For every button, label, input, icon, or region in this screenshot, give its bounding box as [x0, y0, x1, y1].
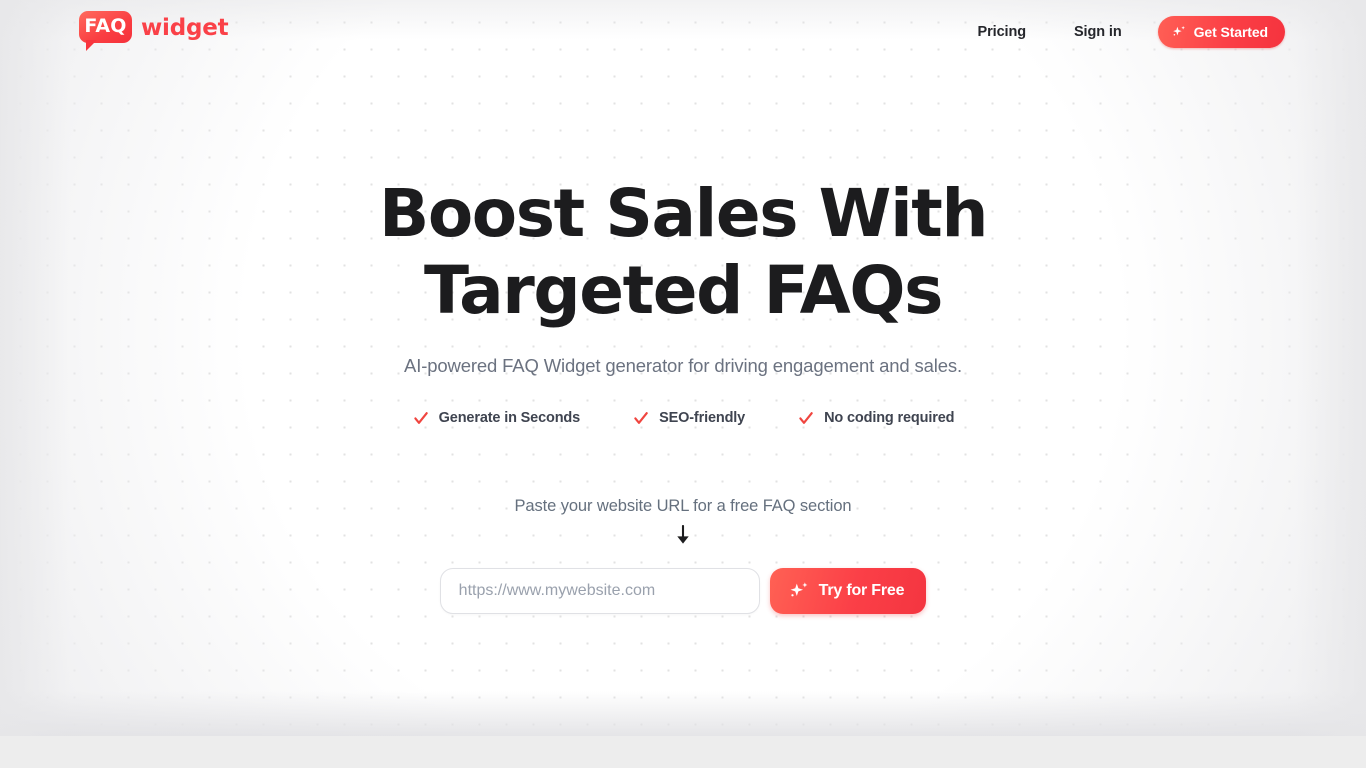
feature-label: Generate in Seconds	[438, 410, 581, 427]
check-icon	[634, 412, 648, 424]
feature-list: Generate in Seconds SEO-friendly No codi…	[412, 409, 954, 427]
primary-nav: Pricing Sign in Get Started	[964, 16, 1285, 48]
nav-link-signin[interactable]: Sign in	[1060, 16, 1136, 48]
feature-item: Generate in Seconds	[412, 409, 580, 427]
site-header: FAQ widget Pricing Sign in Get Started	[0, 0, 1366, 64]
get-started-button[interactable]: Get Started	[1157, 16, 1285, 48]
hero-subtitle: AI-powered FAQ Widget generator for driv…	[404, 355, 962, 377]
feature-item: No coding required	[797, 409, 954, 427]
nav-link-pricing[interactable]: Pricing	[964, 16, 1040, 48]
page-root: FAQ widget Pricing Sign in Get Started B…	[0, 0, 1366, 768]
try-for-free-label: Try for Free	[818, 582, 905, 600]
hero-section: Boost Sales With Targeted FAQs AI-powere…	[0, 0, 1366, 736]
page-title: Boost Sales With Targeted FAQs	[183, 175, 1183, 329]
get-started-label: Get Started	[1193, 24, 1268, 40]
try-for-free-button[interactable]: Try for Free	[769, 568, 927, 615]
check-icon	[413, 412, 428, 424]
url-submit-form: Try for Free	[439, 568, 927, 615]
headline-line-2: Targeted FAQs	[424, 251, 943, 329]
sparkle-icon	[1171, 24, 1187, 40]
headline-line-1: Boost Sales With	[378, 175, 988, 252]
brand-logo[interactable]: FAQ widget	[79, 11, 229, 51]
feature-label: SEO-friendly	[659, 410, 746, 427]
paste-url-prompt: Paste your website URL for a free FAQ se…	[514, 497, 852, 516]
arrow-down-icon	[677, 525, 689, 544]
feature-item: SEO-friendly	[632, 409, 745, 427]
check-icon	[799, 412, 813, 424]
sparkle-icon	[788, 580, 810, 602]
footer-band	[0, 736, 1366, 768]
logo-wordmark: widget	[141, 15, 229, 41]
website-url-input[interactable]	[439, 568, 760, 615]
feature-label: No coding required	[824, 410, 955, 427]
speech-bubble-icon: FAQ	[79, 11, 132, 51]
logo-badge-text: FAQ	[84, 15, 127, 37]
